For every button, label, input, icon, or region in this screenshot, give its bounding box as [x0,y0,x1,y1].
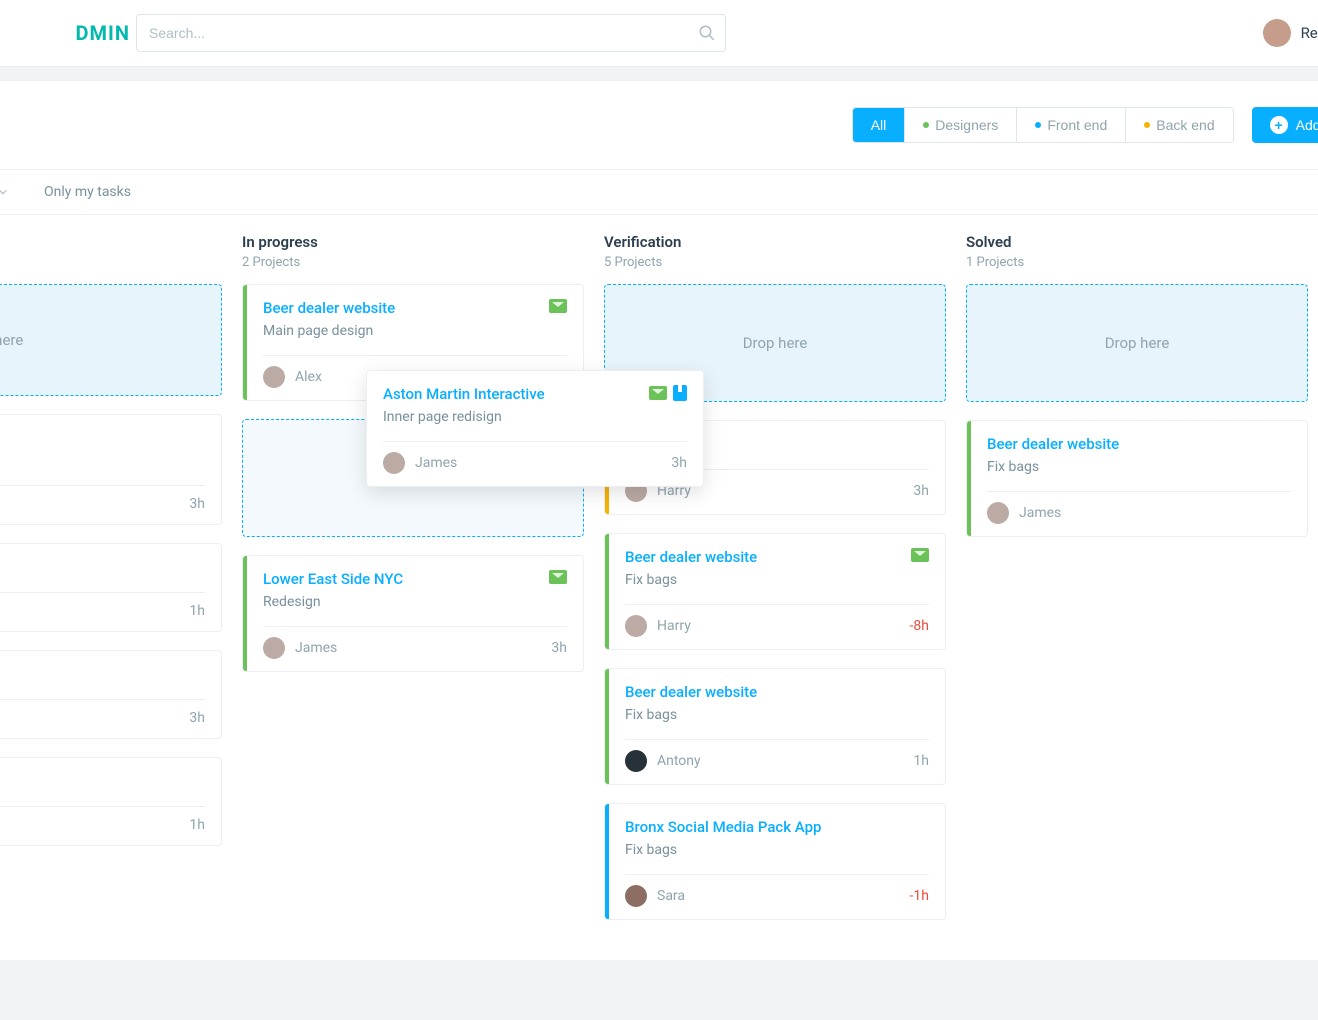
assignee-name: Antony [657,753,701,769]
card-time: 3h [551,640,567,656]
user-menu[interactable]: Rebecca [1263,19,1318,47]
assignee-name: James [415,455,457,471]
chevron-down-icon[interactable] [0,185,10,199]
card-title: Aston Martin Interactive [383,385,545,403]
avatar [625,615,647,637]
card-title: Beer dealer website [625,683,757,701]
board: Drop here ructionsign 3h Media Pack App … [0,215,1318,950]
mail-icon [549,299,567,313]
header: DMIN Rebecca [0,0,1318,67]
filter-all[interactable]: All [853,108,906,142]
logo: DMIN [0,21,130,45]
task-card[interactable]: ructionsign 3h [0,414,222,525]
mail-icon [911,548,929,562]
card-time: 3h [189,496,205,512]
assignee-name: Alex [295,369,322,385]
dot-icon [923,122,929,128]
avatar [625,750,647,772]
card-time: 3h [913,483,929,499]
task-card[interactable]: Lower East Side NYC Redesign James 3h [242,555,584,672]
card-time: 3h [189,710,205,726]
search-input[interactable] [136,14,726,52]
bottom-bar [0,960,1318,1020]
bookmark-icon [673,385,687,401]
card-sub: Main page design [263,323,395,339]
plus-icon: + [1270,116,1288,134]
search-wrap [136,14,726,52]
card-sub: Fix bags [987,459,1119,475]
kanban-column-solved: Solved 1 Projects Drop here Beer dealer … [966,215,1308,920]
avatar [625,885,647,907]
avatar [383,452,405,474]
column-sub: 1 Projects [966,255,1308,270]
task-card[interactable]: Beer dealer website Fix bags Harry -8h [604,533,946,650]
dropzone[interactable]: Drop here [966,284,1308,402]
avatar [263,366,285,388]
card-sub: Fix bags [625,707,757,723]
graybar [0,67,1318,81]
column-title: In progress [242,233,584,251]
search-icon[interactable] [698,24,716,42]
card-time: 1h [189,603,205,619]
card-sub: Fix bags [625,842,821,858]
filter-group: All Designers Front end Back end [852,107,1234,143]
card-time: -1h [910,888,929,904]
column-title: Verification [604,233,946,251]
only-my-tasks[interactable]: Only my tasks [44,184,131,200]
card-title: Lower East Side NYC [263,570,403,588]
card-title: Beer dealer website [263,299,395,317]
filter-backend[interactable]: Back end [1126,108,1232,142]
column-sub: 5 Projects [604,255,946,270]
task-card[interactable]: ge Studio 3h [0,650,222,739]
dragging-card[interactable]: Aston Martin Interactive Inner page redis… [366,370,704,487]
filter-label: Back end [1156,117,1214,133]
avatar [263,637,285,659]
card-time: -8h [910,618,929,634]
subrow: Only my tasks [0,170,1318,215]
task-card[interactable]: Beer dealer website Fix bags Antony 1h [604,668,946,785]
avatar [1263,19,1291,47]
kanban-column-verification: Verification 5 Projects Drop here age St… [604,215,946,920]
filter-label: Front end [1047,117,1107,133]
card-sub: Inner page redisign [383,409,545,425]
avatar [987,502,1009,524]
card-title: Beer dealer website [987,435,1119,453]
assignee-name: Sara [657,888,685,904]
filter-frontend[interactable]: Front end [1017,108,1126,142]
task-card[interactable]: Bronx Social Media Pack App Fix bags Sara… [604,803,946,920]
card-sub: Fix bags [625,572,757,588]
task-card[interactable]: Media Pack App 1h [0,543,222,632]
user-name: Rebecca [1301,24,1318,42]
drop-label: Drop here [1105,334,1170,352]
column-title: Solved [966,233,1308,251]
card-time: 3h [671,455,687,471]
mail-icon [649,386,667,400]
assignee-name: Harry [657,618,691,634]
dropzone[interactable]: Drop here [0,284,222,396]
filter-designers[interactable]: Designers [905,108,1017,142]
card-title: Bronx Social Media Pack App [625,818,821,836]
drop-label: Drop here [743,334,808,352]
mail-icon [549,570,567,584]
task-card[interactable]: Media Pack App 1h [0,757,222,846]
add-task-button[interactable]: + Add a t [1252,107,1318,143]
assignee-name: James [1019,505,1061,521]
kanban-column: Drop here ructionsign 3h Media Pack App … [0,215,222,920]
card-time: 1h [189,817,205,833]
card-title: Beer dealer website [625,548,757,566]
add-label: Add a t [1296,117,1318,133]
card-time: 1h [913,753,929,769]
kanban-column-in-progress: In progress 2 Projects Beer dealer websi… [242,215,584,920]
dot-icon [1035,122,1041,128]
filter-label: Designers [935,117,998,133]
column-sub: 2 Projects [242,255,584,270]
task-card[interactable]: Beer dealer website Fix bags James [966,420,1308,537]
dot-icon [1144,122,1150,128]
toolbar: All Designers Front end Back end + Add a… [0,81,1318,170]
card-sub: Redesign [263,594,403,610]
assignee-name: James [295,640,337,656]
drop-label: Drop here [0,331,23,349]
